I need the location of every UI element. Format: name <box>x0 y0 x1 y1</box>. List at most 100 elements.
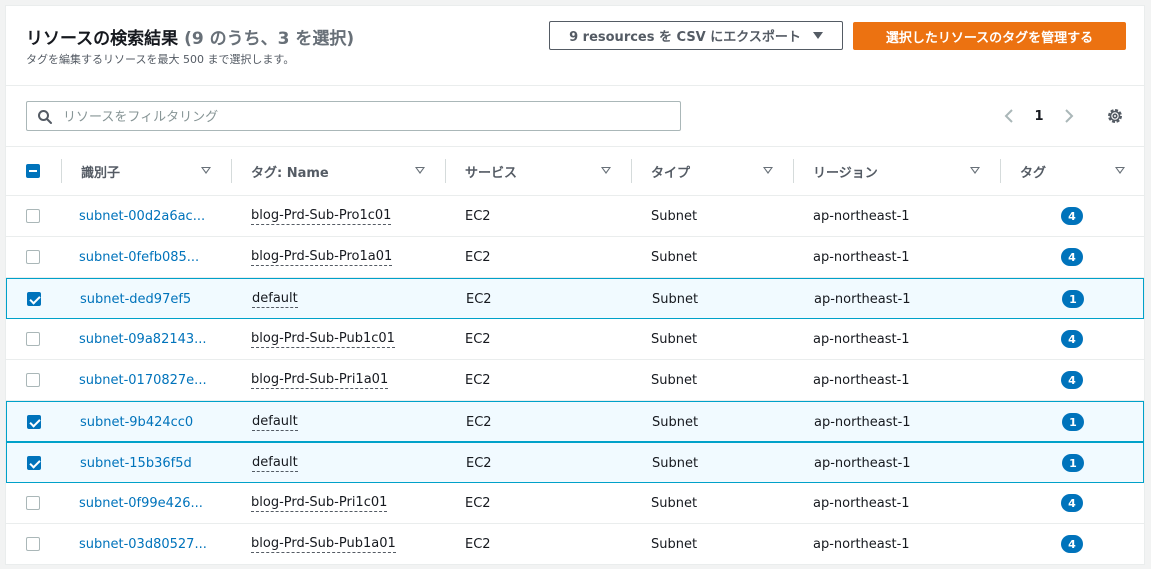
column-header-tag-name[interactable]: タグ: Name <box>231 147 445 195</box>
table-row[interactable]: subnet-03d80527... blog-Prd-Sub-Pub1a01 … <box>6 524 1144 564</box>
tag-name-value[interactable]: blog-Prd-Sub-Pro1c01 <box>251 208 392 225</box>
manage-tags-button[interactable]: 選択したリソースのタグを管理する <box>853 22 1126 50</box>
tag-name-value[interactable]: default <box>252 414 298 431</box>
chevron-right-icon <box>1065 109 1074 123</box>
tag-name-cell: default <box>252 402 298 442</box>
column-header-region[interactable]: リージョン <box>793 147 1000 195</box>
row-select-cell <box>26 483 40 523</box>
tag-name-cell: blog-Prd-Sub-Pro1a01 <box>251 237 393 277</box>
row-select-cell <box>26 360 40 400</box>
service-cell: EC2 <box>465 249 491 265</box>
tag-name-cell: blog-Prd-Sub-Pri1c01 <box>251 483 388 523</box>
tag-count-badge[interactable]: 4 <box>1061 248 1083 266</box>
region-cell: ap-northeast-1 <box>814 455 911 471</box>
sort-caret-icon <box>201 167 211 174</box>
table-row[interactable]: subnet-ded97ef5 default EC2 Subnet ap-no… <box>6 278 1144 319</box>
table-row[interactable]: subnet-0f99e426... blog-Prd-Sub-Pri1c01 … <box>6 483 1144 524</box>
tags-cell: 4 <box>1061 524 1083 564</box>
tag-count-badge[interactable]: 1 <box>1062 454 1084 472</box>
gear-icon[interactable] <box>1105 106 1125 126</box>
search-icon <box>38 110 52 124</box>
export-csv-button[interactable]: 9 resources を CSV にエクスポート <box>549 21 843 50</box>
row-checkbox[interactable] <box>26 496 40 510</box>
tag-count-badge[interactable]: 1 <box>1062 290 1084 308</box>
region-cell: ap-northeast-1 <box>813 249 910 265</box>
tags-cell: 4 <box>1061 196 1083 236</box>
tag-count-badge[interactable]: 1 <box>1062 413 1084 431</box>
row-checkbox[interactable] <box>27 415 41 429</box>
page-title-text: リソースの検索結果 <box>26 29 179 49</box>
page-title: リソースの検索結果 (9 のうち、3 を選択) <box>26 24 354 49</box>
resource-id-link[interactable]: subnet-09a82143... <box>79 319 207 359</box>
row-checkbox[interactable] <box>27 456 41 470</box>
table-row[interactable]: subnet-15b36f5d default EC2 Subnet ap-no… <box>6 442 1144 483</box>
table-row[interactable]: subnet-0fefb085... blog-Prd-Sub-Pro1a01 … <box>6 237 1144 278</box>
filter-box[interactable] <box>26 101 681 132</box>
tag-name-value[interactable]: blog-Prd-Sub-Pub1a01 <box>251 536 396 553</box>
select-all-cell <box>6 147 61 195</box>
region-cell: ap-northeast-1 <box>813 495 910 511</box>
table-row[interactable]: subnet-0170827e... blog-Prd-Sub-Pri1a01 … <box>6 360 1144 401</box>
tag-name-value[interactable]: default <box>252 455 298 472</box>
row-select-cell <box>27 279 41 319</box>
tag-name-value[interactable]: blog-Prd-Sub-Pri1a01 <box>251 372 389 389</box>
resource-id-link[interactable]: subnet-0f99e426... <box>79 483 203 523</box>
table-row[interactable]: subnet-09a82143... blog-Prd-Sub-Pub1c01 … <box>6 319 1144 360</box>
type-cell: Subnet <box>652 291 699 307</box>
tag-count-badge[interactable]: 4 <box>1061 494 1083 512</box>
table-row[interactable]: subnet-00d2a6ac... blog-Prd-Sub-Pro1c01 … <box>6 196 1144 237</box>
type-cell: Subnet <box>651 331 698 347</box>
column-header-tags[interactable]: タグ <box>1000 147 1144 195</box>
previous-page-button[interactable] <box>999 106 1019 126</box>
resource-id-link[interactable]: subnet-15b36f5d <box>80 443 192 483</box>
region-cell: ap-northeast-1 <box>814 414 911 430</box>
tag-count-badge[interactable]: 4 <box>1061 371 1083 389</box>
service-cell: EC2 <box>466 455 492 471</box>
row-checkbox[interactable] <box>26 537 40 551</box>
row-checkbox[interactable] <box>26 332 40 346</box>
row-select-cell <box>26 524 40 564</box>
tag-count-badge[interactable]: 4 <box>1061 207 1083 225</box>
tag-name-cell: blog-Prd-Sub-Pub1a01 <box>251 524 396 564</box>
column-header-type[interactable]: タイプ <box>631 147 793 195</box>
tag-name-value[interactable]: blog-Prd-Sub-Pri1c01 <box>251 495 388 512</box>
row-checkbox[interactable] <box>26 373 40 387</box>
row-checkbox[interactable] <box>26 250 40 264</box>
next-page-button[interactable] <box>1059 106 1079 126</box>
resource-id-link[interactable]: subnet-0fefb085... <box>79 237 199 277</box>
resource-id-link[interactable]: subnet-0170827e... <box>79 360 207 400</box>
tag-name-value[interactable]: blog-Prd-Sub-Pub1c01 <box>251 331 395 348</box>
service-cell: EC2 <box>465 495 491 511</box>
resource-id-link[interactable]: subnet-ded97ef5 <box>80 279 191 319</box>
current-page[interactable]: 1 <box>1019 109 1059 124</box>
select-all-checkbox[interactable] <box>26 164 40 178</box>
tags-cell: 4 <box>1061 319 1083 359</box>
region-cell: ap-northeast-1 <box>813 536 910 552</box>
panel-header: リソースの検索結果 (9 のうち、3 を選択) タグを編集するリソースを最大 5… <box>6 6 1144 86</box>
manage-tags-label: 選択したリソースのタグを管理する <box>885 30 1094 46</box>
tag-name-cell: blog-Prd-Sub-Pro1c01 <box>251 196 392 236</box>
row-checkbox[interactable] <box>27 292 41 306</box>
tag-name-cell: blog-Prd-Sub-Pub1c01 <box>251 319 395 359</box>
table-toolbar: 1 <box>6 86 1144 146</box>
service-cell: EC2 <box>465 536 491 552</box>
tag-name-cell: blog-Prd-Sub-Pri1a01 <box>251 360 389 400</box>
service-cell: EC2 <box>465 208 491 224</box>
tag-count-badge[interactable]: 4 <box>1061 535 1083 553</box>
tags-cell: 4 <box>1061 483 1083 523</box>
row-select-cell <box>26 319 40 359</box>
tag-name-value[interactable]: default <box>252 291 298 308</box>
sort-caret-icon <box>1115 167 1125 174</box>
resource-id-link[interactable]: subnet-03d80527... <box>79 524 207 564</box>
column-label: タグ <box>1020 165 1047 181</box>
resource-id-link[interactable]: subnet-9b424cc0 <box>80 402 193 442</box>
tag-name-value[interactable]: blog-Prd-Sub-Pro1a01 <box>251 249 393 266</box>
column-header-identifier[interactable]: 識別子 <box>61 147 231 195</box>
tag-count-badge[interactable]: 4 <box>1061 330 1083 348</box>
column-header-service[interactable]: サービス <box>445 147 631 195</box>
row-checkbox[interactable] <box>26 209 40 223</box>
filter-input[interactable] <box>61 102 665 132</box>
resource-id-link[interactable]: subnet-00d2a6ac... <box>79 196 205 236</box>
column-label: タグ: Name <box>251 165 329 181</box>
table-row[interactable]: subnet-9b424cc0 default EC2 Subnet ap-no… <box>6 401 1144 442</box>
